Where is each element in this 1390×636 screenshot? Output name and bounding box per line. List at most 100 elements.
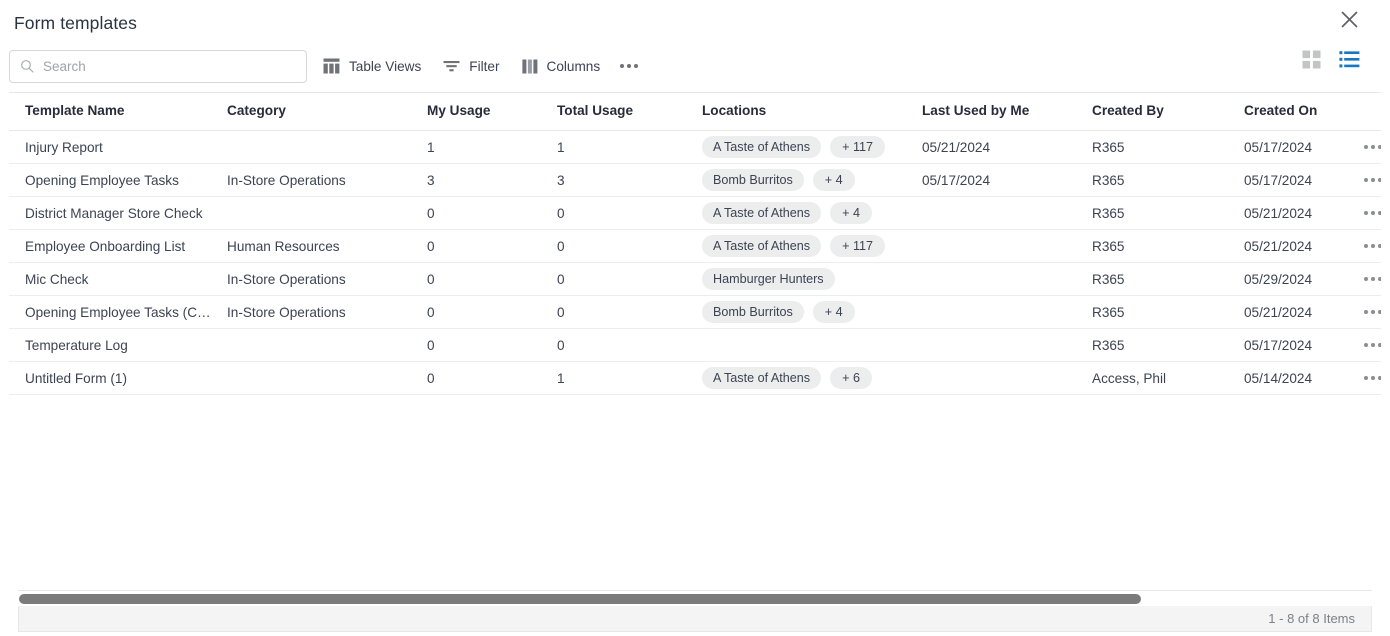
cell-total-usage: 3 [557, 163, 702, 197]
cell-total-usage: 0 [557, 328, 702, 362]
cell-category [227, 130, 427, 164]
cell-total-usage: 1 [557, 130, 702, 164]
row-actions-button[interactable] [1354, 197, 1381, 229]
column-header-locations[interactable]: Locations [702, 93, 922, 131]
form-templates-table: Template Name Category My Usage Total Us… [9, 93, 1381, 395]
cell-category: In-Store Operations [227, 262, 427, 296]
cell-created-on: 05/17/2024 [1244, 163, 1354, 197]
column-header-template-name[interactable]: Template Name [9, 93, 227, 131]
row-actions-button[interactable] [1354, 131, 1381, 163]
table-row[interactable]: Employee Onboarding List Human Resources 0… [9, 229, 1381, 263]
cell-template-name: Temperature Log [9, 328, 227, 362]
cell-total-usage: 0 [557, 295, 702, 329]
cell-my-usage: 0 [427, 295, 557, 329]
location-overflow-chip[interactable]: + 6 [830, 367, 872, 389]
cell-total-usage: 1 [557, 361, 702, 395]
location-overflow-chip[interactable]: + 4 [812, 169, 855, 191]
location-chip[interactable]: Hamburger Hunters [702, 268, 835, 290]
cell-created-by: R365 [1092, 295, 1244, 329]
location-chip[interactable]: A Taste of Athens [702, 136, 822, 158]
cell-row-actions [1354, 229, 1381, 263]
cell-last-used-by-me: 05/21/2024 [922, 130, 1092, 164]
table-views-button[interactable]: Table Views [317, 50, 427, 82]
cell-locations [702, 328, 922, 362]
row-actions-button[interactable] [1354, 263, 1381, 295]
cell-my-usage: 3 [427, 163, 557, 197]
column-header-created-on[interactable]: Created On [1244, 93, 1354, 131]
row-actions-button[interactable] [1354, 230, 1381, 262]
location-chip-group: Hamburger Hunters [702, 268, 922, 290]
table-row[interactable]: Opening Employee Tasks (C… In-Store Opera… [9, 295, 1381, 329]
cell-my-usage: 1 [427, 130, 557, 164]
cell-locations: A Taste of Athens + 117 [702, 130, 922, 164]
location-chip[interactable]: A Taste of Athens [702, 235, 822, 257]
cell-last-used-by-me [922, 361, 1092, 395]
table-row[interactable]: Opening Employee Tasks In-Store Operation… [9, 163, 1381, 197]
column-header-created-by[interactable]: Created By [1092, 93, 1244, 131]
column-header-category[interactable]: Category [227, 93, 427, 131]
view-mode-toggle [1302, 50, 1360, 69]
filter-label: Filter [469, 58, 500, 74]
table-row[interactable]: Injury Report 1 1 A Taste of Athens + 117 05/… [9, 130, 1381, 164]
column-header-total-usage[interactable]: Total Usage [557, 93, 702, 131]
list-view-icon[interactable] [1339, 50, 1360, 69]
columns-icon [521, 59, 538, 74]
row-actions-button[interactable] [1354, 362, 1381, 394]
toolbar-overflow-button[interactable] [614, 51, 644, 81]
cell-my-usage: 0 [427, 229, 557, 263]
location-chip-group: A Taste of Athens + 6 [702, 367, 922, 389]
table-views-icon [323, 58, 340, 74]
cell-my-usage: 0 [427, 196, 557, 230]
columns-button[interactable]: Columns [516, 50, 607, 82]
cell-created-on: 05/29/2024 [1244, 262, 1354, 296]
cell-template-name: Opening Employee Tasks (C… [9, 295, 227, 329]
ellipsis-icon [1363, 343, 1381, 347]
column-header-actions [1354, 93, 1381, 131]
cell-template-name: Injury Report [9, 130, 227, 164]
ellipsis-icon [1363, 145, 1381, 149]
horizontal-scrollbar[interactable] [18, 590, 1372, 606]
cell-my-usage: 0 [427, 361, 557, 395]
cell-row-actions [1354, 361, 1381, 395]
ellipsis-icon [1363, 376, 1381, 380]
location-overflow-chip[interactable]: + 4 [830, 202, 872, 224]
cell-locations: A Taste of Athens + 4 [702, 196, 922, 230]
cell-category [227, 196, 427, 230]
column-header-last-used-by-me[interactable]: Last Used by Me [922, 93, 1092, 131]
table-row[interactable]: Temperature Log 0 0 R365 05/17/2024 [9, 328, 1381, 362]
cell-my-usage: 0 [427, 262, 557, 296]
location-chip[interactable]: Bomb Burritos [702, 169, 804, 191]
cell-created-by: R365 [1092, 163, 1244, 197]
location-chip[interactable]: A Taste of Athens [702, 202, 822, 224]
cell-template-name: Mic Check [9, 262, 227, 296]
row-actions-button[interactable] [1354, 329, 1381, 361]
search-input[interactable] [9, 49, 307, 83]
cell-row-actions [1354, 295, 1381, 329]
filter-button[interactable]: Filter [437, 50, 505, 82]
cell-last-used-by-me [922, 262, 1092, 296]
scrollbar-track[interactable] [18, 593, 1372, 605]
cell-created-by: R365 [1092, 262, 1244, 296]
grid-view-icon[interactable] [1302, 50, 1321, 69]
table-views-label: Table Views [349, 58, 422, 74]
table-row[interactable]: Untitled Form (1) 0 1 A Taste of Athens + 6A… [9, 361, 1381, 395]
location-overflow-chip[interactable]: + 117 [830, 235, 886, 257]
location-chip[interactable]: Bomb Burritos [702, 301, 804, 323]
location-chip[interactable]: A Taste of Athens [702, 367, 822, 389]
cell-template-name: Untitled Form (1) [9, 361, 227, 395]
ellipsis-icon [1363, 277, 1381, 281]
cell-template-name: District Manager Store Check [9, 196, 227, 230]
table-row[interactable]: Mic Check In-Store Operations 0 0 Hamburger … [9, 262, 1381, 296]
cell-last-used-by-me [922, 328, 1092, 362]
location-overflow-chip[interactable]: + 4 [812, 301, 855, 323]
row-actions-button[interactable] [1354, 164, 1381, 196]
table-header: Template Name Category My Usage Total Us… [9, 93, 1381, 131]
location-overflow-chip[interactable]: + 117 [830, 136, 886, 158]
table-row[interactable]: District Manager Store Check 0 0 A Taste of… [9, 196, 1381, 230]
column-header-my-usage[interactable]: My Usage [427, 93, 557, 131]
table-toolbar: Table Views Filter Columns [0, 40, 1390, 92]
cell-category: In-Store Operations [227, 295, 427, 329]
row-actions-button[interactable] [1354, 296, 1381, 328]
close-icon[interactable] [1336, 6, 1362, 32]
scrollbar-thumb[interactable] [19, 593, 1141, 604]
